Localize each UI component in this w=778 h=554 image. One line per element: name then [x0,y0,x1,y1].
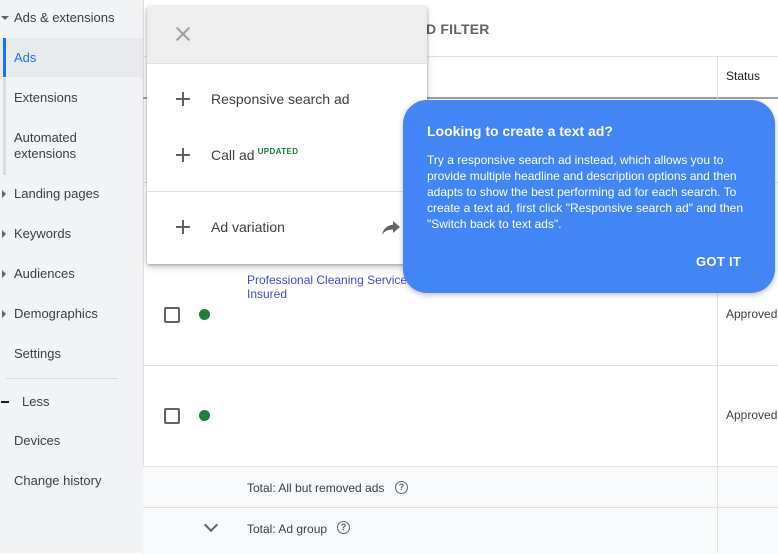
menu-item-ad-variation[interactable]: Ad variation [147,208,427,248]
plus-icon [176,148,190,162]
collapse-caret-icon [2,230,6,238]
tooltip-body: Try a responsive search ad instead, whic… [427,153,744,231]
status-enabled-dot-icon [199,309,210,320]
collapse-caret-icon [2,270,6,278]
sidebar-divider [6,378,118,379]
ad-text-link[interactable]: Professional Cleaning Service Insured [247,273,417,301]
menu-item-label: Ad variation [211,219,285,235]
plus-icon [176,92,190,106]
row-checkbox[interactable] [164,408,180,424]
sidebar-item-label: Less [22,394,50,409]
sidebar: Ads & extensions Ads Extensions Automate… [0,0,144,553]
total-label: Total: All but removed ads [247,481,385,495]
sidebar-item-label: Extensions [14,90,78,105]
status-value: Approved [726,307,778,321]
menu-item-label: Call ad UPDATED [211,147,298,163]
add-filter-button[interactable]: D FILTER [426,21,490,37]
menu-item-label: Responsive search ad [211,91,350,107]
plus-icon [176,220,190,234]
sidebar-item-label: Settings [14,346,61,361]
collapse-caret-icon [2,190,6,198]
sidebar-item-ads[interactable]: Ads [0,38,143,77]
expand-caret-icon [1,16,9,20]
sidebar-item-label: Audiences [14,266,75,281]
sidebar-item-automated-extensions[interactable]: Automated extensions [0,130,100,162]
sidebar-less-toggle[interactable]: Less [0,394,143,410]
total-label: Total: Ad group [247,522,328,536]
sidebar-item-label: Automated extensions [14,130,77,161]
active-indicator [3,38,6,77]
sidebar-item-label: Devices [14,433,61,448]
text-ad-tooltip: Looking to create a text ad? Try a respo… [403,100,775,293]
sidebar-item-landing-pages[interactable]: Landing pages [0,186,143,202]
sidebar-item-audiences[interactable]: Audiences [0,266,143,282]
help-icon[interactable]: ? [395,481,408,494]
help-icon[interactable]: ? [337,521,350,534]
tooltip-title: Looking to create a text ad? [427,123,613,139]
collapse-caret-icon [2,310,6,318]
sidebar-item-label: Change history [14,473,102,488]
total-row: Total: Ad group ? [143,507,778,554]
sidebar-item-ads-extensions[interactable]: Ads & extensions [0,10,143,26]
column-header-status[interactable]: Status [726,69,760,83]
sidebar-item-settings[interactable]: Settings [0,346,143,362]
sidebar-item-label: Landing pages [14,186,100,201]
status-value: Approved [726,408,778,422]
sidebar-item-devices[interactable]: Devices [0,433,143,449]
sidebar-item-extensions[interactable]: Extensions [0,90,143,106]
share-arrow-icon [382,221,400,235]
updated-badge: UPDATED [257,147,299,156]
close-icon[interactable] [175,26,191,42]
sidebar-item-label: Keywords [14,226,72,241]
sidebar-item-label: Ads & extensions [14,10,115,25]
menu-item-call-ad[interactable]: Call ad UPDATED [147,136,427,176]
menu-divider [147,191,427,192]
row-checkbox[interactable] [164,307,180,323]
sidebar-item-label: Demographics [14,306,98,321]
menu-item-responsive-search-ad[interactable]: Responsive search ad [147,80,427,120]
row-divider [143,365,778,366]
total-row: Total: All but removed ads ? [143,466,778,508]
menu-header [147,6,427,64]
status-enabled-dot-icon [199,410,210,421]
sidebar-item-change-history[interactable]: Change history [0,473,143,489]
new-ad-menu: Responsive search ad Call ad UPDATED Ad v… [147,6,427,264]
menu-item-text: Call ad [211,147,255,163]
got-it-button[interactable]: GOT IT [696,254,741,269]
sidebar-item-label: Ads [14,50,37,65]
sidebar-item-demographics[interactable]: Demographics [0,306,143,322]
sidebar-item-keywords[interactable]: Keywords [0,226,143,242]
